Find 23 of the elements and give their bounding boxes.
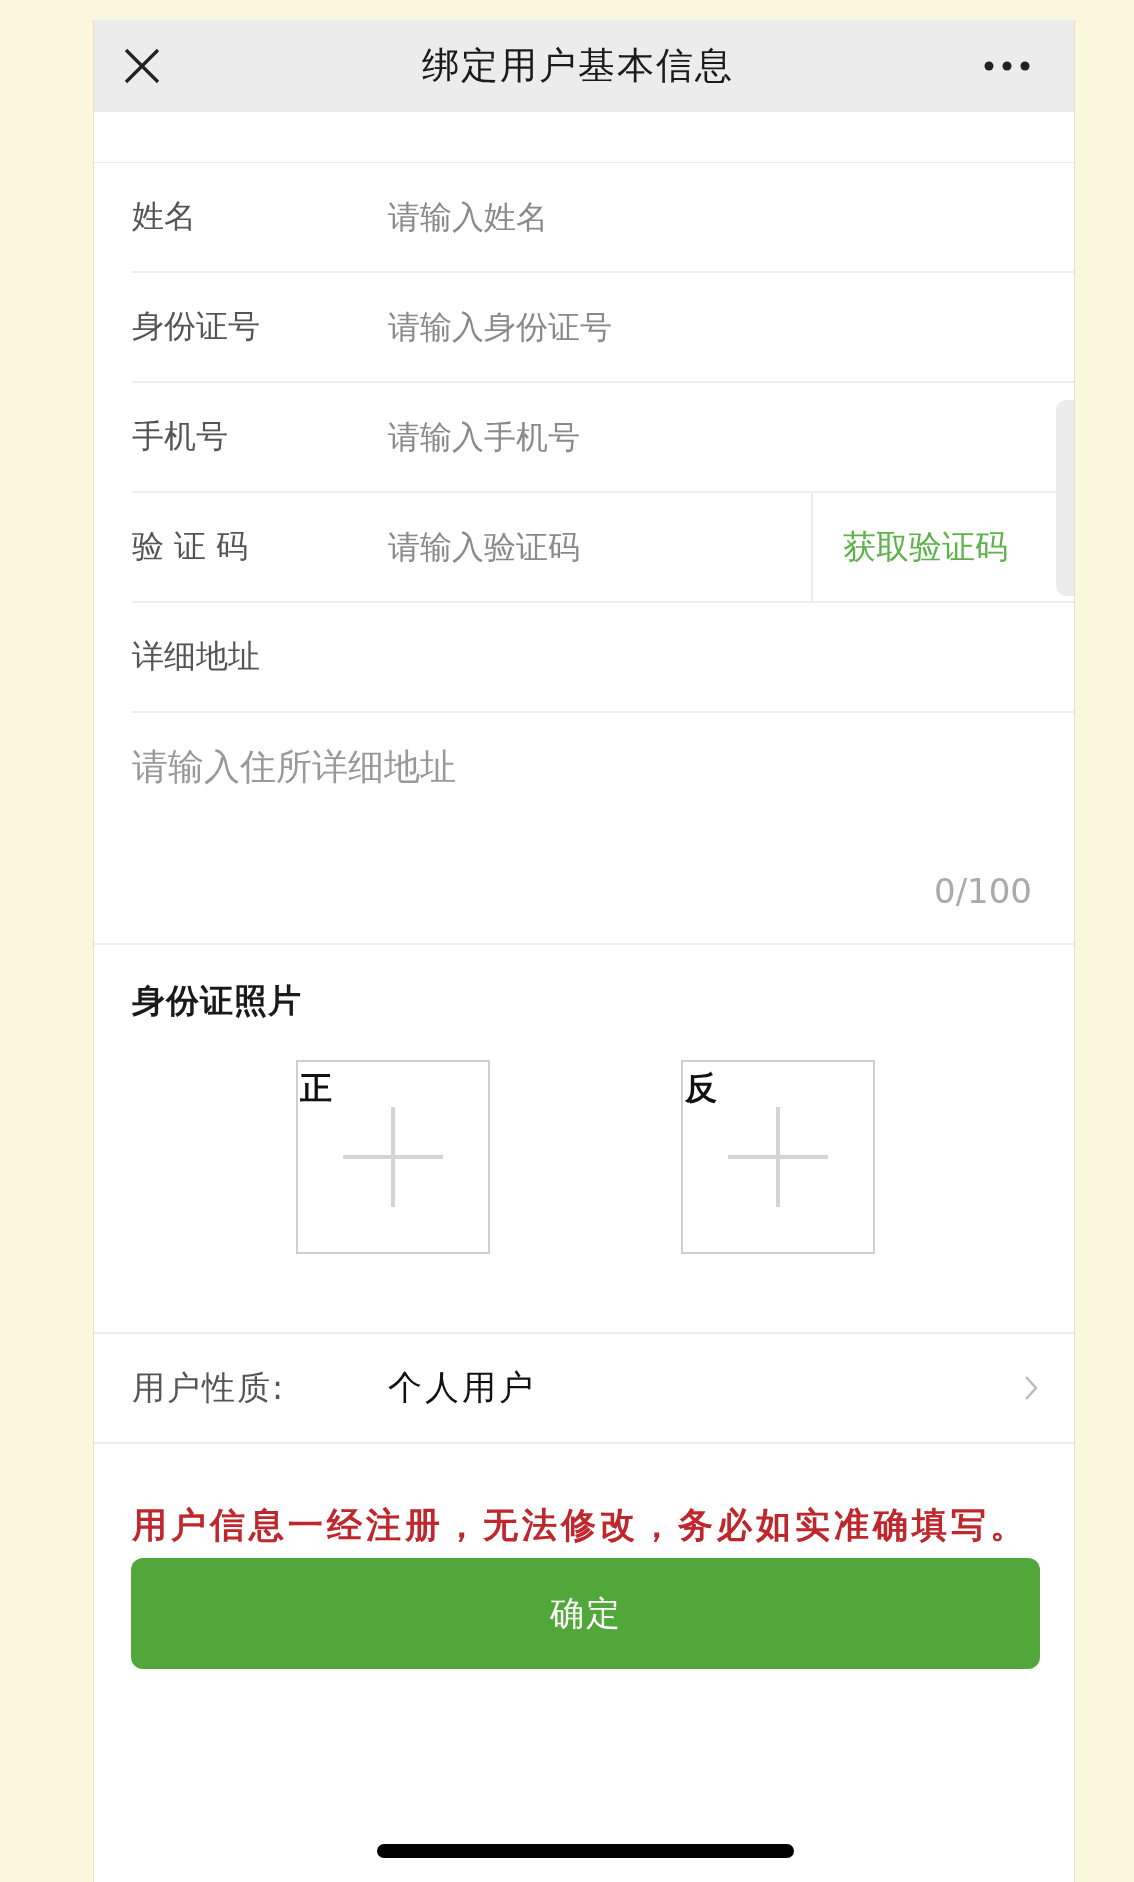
more-icon[interactable] — [984, 61, 1030, 71]
field-label: 手机号 — [132, 416, 228, 457]
page-title: 绑定用户基本信息 — [422, 43, 734, 89]
code-input[interactable]: 请输入验证码 — [388, 512, 803, 582]
field-label: 验 证 码 — [132, 526, 249, 567]
warning-text: 用户信息一经注册，无法修改，务必如实准确填写。 — [132, 1504, 1029, 1546]
close-icon[interactable] — [124, 48, 160, 84]
field-label: 姓名 — [132, 196, 196, 237]
section-title: 身份证照片 — [132, 980, 302, 1022]
field-label: 详细地址 — [132, 636, 260, 677]
chevron-icon — [1024, 1375, 1038, 1401]
text-input[interactable]: 请输入手机号 — [388, 402, 1052, 472]
text-input[interactable]: 请输入姓名 — [388, 182, 1052, 252]
field-value: 个人用户 — [388, 1366, 536, 1409]
upload-box[interactable]: 反 — [681, 1060, 875, 1254]
plus-icon — [343, 1107, 443, 1207]
field-label: 身份证号 — [132, 306, 260, 347]
field-label: 用户性质: — [132, 1366, 286, 1409]
upload-box[interactable]: 正 — [296, 1060, 490, 1254]
char-counter: 0/100 — [934, 871, 1032, 911]
user-type-row[interactable]: 用户性质: 个人用户 — [94, 1334, 1074, 1444]
text-input[interactable]: 请输入身份证号 — [388, 292, 1052, 362]
plus-icon — [728, 1107, 828, 1207]
